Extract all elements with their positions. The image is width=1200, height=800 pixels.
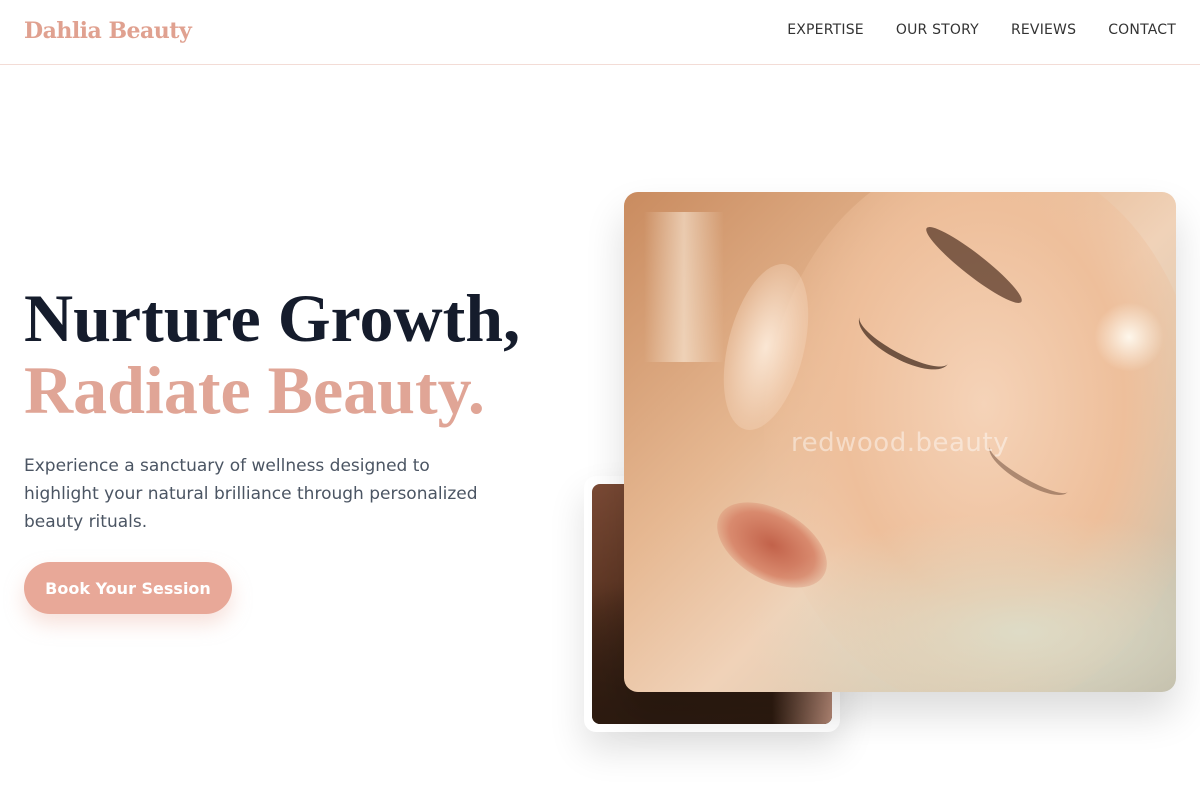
nav-link-our-story[interactable]: OUR STORY — [896, 22, 979, 38]
nav-link-contact[interactable]: CONTACT — [1108, 22, 1176, 38]
hero-headline-line-2: Radiate Beauty. — [24, 352, 485, 428]
site-header: Dahlia Beauty EXPERTISE OUR STORY REVIEW… — [0, 0, 1200, 65]
hero-headline-line-1: Nurture Growth, — [24, 280, 521, 356]
hero-headline: Nurture Growth, Radiate Beauty. — [24, 282, 584, 426]
nav-link-expertise[interactable]: EXPERTISE — [787, 22, 864, 38]
nav-link-reviews[interactable]: REVIEWS — [1011, 22, 1076, 38]
hero-photo: redwood.beauty — [624, 192, 1176, 692]
brand-logo[interactable]: Dahlia Beauty — [24, 18, 192, 44]
hero-photo-foreground-haze — [744, 512, 1176, 692]
main-nav: EXPERTISE OUR STORY REVIEWS CONTACT — [787, 22, 1176, 38]
book-session-button[interactable]: Book Your Session — [24, 562, 232, 614]
hero-photo-bokeh-light — [1094, 302, 1164, 372]
hero-photo-light-streak — [644, 212, 724, 362]
photo-watermark: redwood.beauty — [791, 428, 1009, 458]
hero-description: Experience a sanctuary of wellness desig… — [24, 456, 478, 532]
